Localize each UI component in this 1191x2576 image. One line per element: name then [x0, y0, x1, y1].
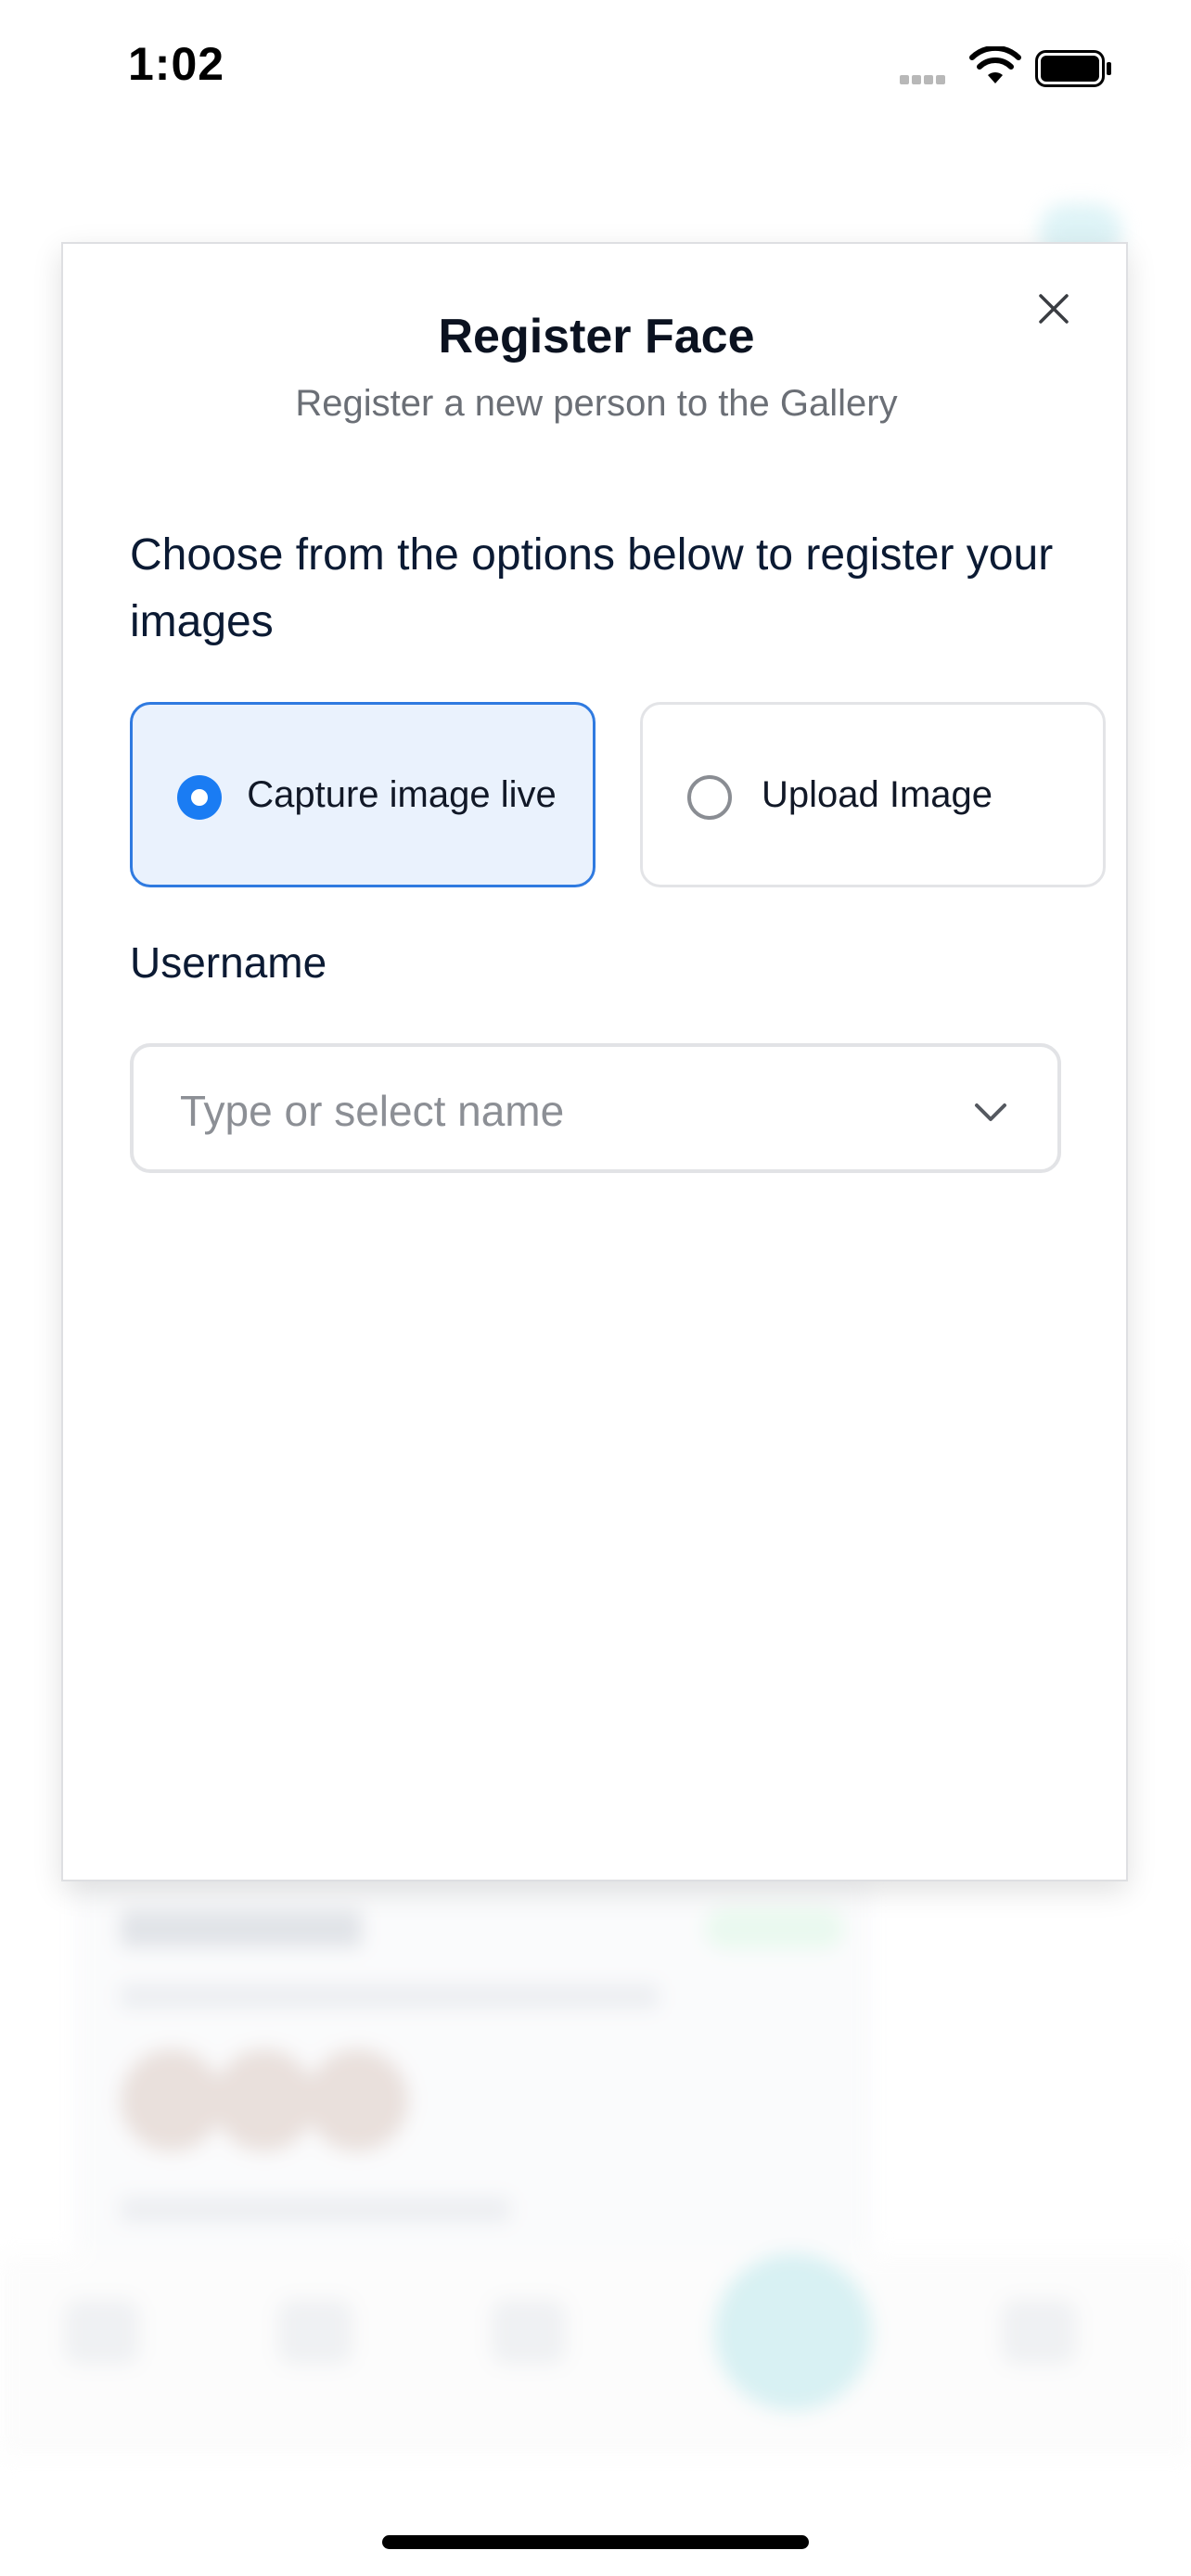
- status-time: 1:02: [128, 38, 225, 90]
- background-card-footer: [121, 2198, 510, 2222]
- background-tab: [492, 2300, 566, 2365]
- background-avatar: [306, 2049, 408, 2151]
- background-tab: [278, 2300, 352, 2365]
- modal-subtitle: Register a new person to the Gallery: [295, 383, 898, 424]
- option-label: Capture image live: [247, 774, 557, 815]
- modal-title: Register Face: [438, 310, 755, 363]
- instructions-text: Choose from the options below to registe…: [130, 530, 1054, 646]
- background-card-title: [121, 1910, 362, 1947]
- background-avatar: [213, 2049, 315, 2151]
- wifi-icon: [969, 46, 1021, 83]
- background-card-subtitle: [121, 1984, 659, 2009]
- background-tab-fab: [714, 2253, 872, 2411]
- background-card-badge: [705, 1908, 844, 1949]
- username-select[interactable]: Type or select name: [130, 1043, 1061, 1173]
- radio-selected[interactable]: [177, 775, 222, 820]
- chevron-down-icon: [975, 1103, 1006, 1121]
- background-tab: [65, 2300, 139, 2365]
- home-indicator: [382, 2535, 809, 2549]
- status-bar: 1:02: [0, 0, 1191, 139]
- username-placeholder: Type or select name: [180, 1087, 565, 1135]
- radio-unselected[interactable]: [687, 775, 732, 820]
- option-label: Upload Image: [762, 774, 993, 815]
- background-tab-bar: [0, 2253, 1191, 2457]
- battery-icon: [1035, 50, 1111, 87]
- signal-icon: [900, 72, 955, 84]
- register-face-modal: Register Face Register a new person to t…: [61, 242, 1128, 1881]
- username-label: Username: [130, 938, 327, 987]
- option-upload-image[interactable]: Upload Image: [640, 702, 1106, 887]
- background-tab: [1002, 2300, 1076, 2365]
- background-avatar: [121, 2049, 223, 2151]
- option-capture-image-live[interactable]: Capture image live: [130, 702, 596, 887]
